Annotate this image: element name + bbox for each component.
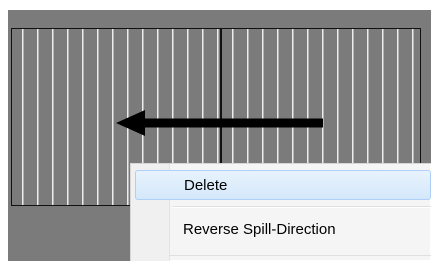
menu-item-delete[interactable]: Delete xyxy=(135,170,431,200)
menu-separator-lower xyxy=(169,255,431,256)
menu-separator xyxy=(173,206,431,208)
menu-item-reverse-spill-direction[interactable]: Reverse Spill-Direction xyxy=(135,215,431,245)
context-menu: Delete Reverse Spill-Direction xyxy=(130,163,431,261)
